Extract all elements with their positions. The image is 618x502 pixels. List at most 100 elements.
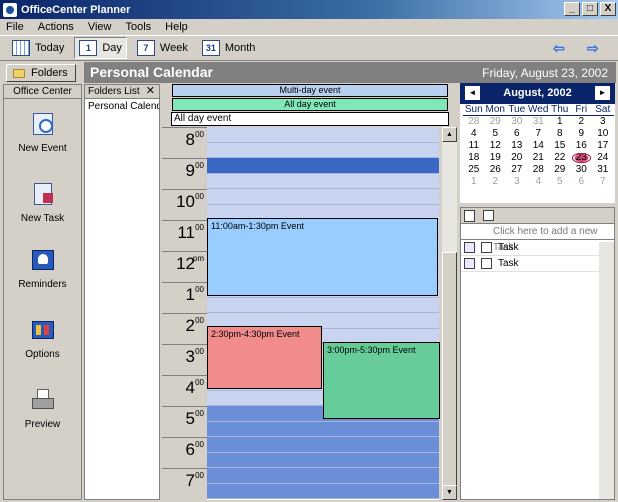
calendar-day[interactable]: 27 — [506, 164, 528, 176]
task-row[interactable]: Task — [461, 256, 614, 272]
tasks-scrollbar[interactable] — [599, 242, 614, 499]
calendar-day[interactable]: 28 — [528, 164, 550, 176]
options-button[interactable]: Options — [4, 317, 81, 360]
calendar-day[interactable]: 9 — [571, 128, 593, 140]
new-event-button[interactable]: New Event — [4, 111, 81, 154]
calendar-day[interactable]: 15 — [549, 140, 571, 152]
calendar-day[interactable]: 22 — [549, 152, 571, 164]
calendar-day[interactable]: 4 — [463, 128, 485, 140]
add-task-input[interactable]: Click here to add a new Task — [461, 224, 614, 253]
task-row[interactable]: Task — [461, 240, 614, 256]
scroll-down-arrow[interactable]: ▼ — [442, 485, 457, 500]
calendar-day[interactable]: 5 — [485, 128, 507, 140]
scroll-thumb[interactable] — [442, 252, 457, 492]
close-button[interactable]: X — [600, 2, 616, 16]
event-3pm[interactable]: 3:00pm-5:30pm Event — [323, 342, 440, 419]
calendar-day[interactable]: 31 — [528, 116, 550, 128]
task-checkbox[interactable] — [481, 258, 492, 269]
calendar-day[interactable]: 26 — [485, 164, 507, 176]
calendar-day[interactable]: 17 — [592, 140, 614, 152]
reminders-label: Reminders — [18, 279, 67, 290]
time-slot[interactable] — [207, 468, 439, 484]
calendar-day[interactable]: 6 — [571, 176, 593, 188]
maximize-button[interactable]: □ — [582, 2, 598, 16]
calendar-day[interactable]: 6 — [506, 128, 528, 140]
time-slots[interactable]: 11:00am-1:30pm Event 2:30pm-4:30pm Event… — [207, 127, 440, 500]
event-230pm[interactable]: 2:30pm-4:30pm Event — [207, 326, 322, 389]
calendar-day[interactable]: 1 — [549, 116, 571, 128]
calendar-day[interactable]: 18 — [463, 152, 485, 164]
preview-button[interactable]: Preview — [4, 387, 81, 430]
calendar-day[interactable]: 14 — [528, 140, 550, 152]
time-slot[interactable] — [207, 173, 439, 189]
menu-view[interactable]: View — [88, 21, 112, 33]
prev-month-button[interactable]: ◄ — [465, 86, 480, 100]
calendar-day[interactable]: 19 — [485, 152, 507, 164]
calendar-day[interactable]: 30 — [571, 164, 593, 176]
calendar-day[interactable]: 3 — [592, 116, 614, 128]
calendar-day[interactable]: 24 — [592, 152, 614, 164]
calendar-day[interactable]: 2 — [571, 116, 593, 128]
time-slot[interactable] — [207, 421, 439, 437]
menu-actions[interactable]: Actions — [38, 21, 74, 33]
calendar-day[interactable]: 11 — [463, 140, 485, 152]
calendar-day[interactable]: 29 — [485, 116, 507, 128]
calendar-day[interactable]: 31 — [592, 164, 614, 176]
calendar-day[interactable]: 5 — [549, 176, 571, 188]
hour-label: 9 00 — [162, 158, 207, 189]
forward-arrow-icon[interactable]: ⇨ — [587, 40, 599, 57]
hour-minutes: 00 — [195, 130, 204, 139]
calendar-day[interactable]: 7 — [528, 128, 550, 140]
multi-day-event[interactable]: Multi-day event — [172, 84, 448, 97]
time-slot[interactable] — [207, 297, 439, 313]
all-day-event-bar[interactable]: All day event — [172, 98, 448, 111]
minimize-button[interactable]: _ — [564, 2, 580, 16]
calendar-day[interactable]: 7 — [592, 176, 614, 188]
folder-item-personal-calendar[interactable]: Personal Calendar — [85, 101, 159, 112]
calendar-day[interactable]: 8 — [549, 128, 571, 140]
day-view: Multi-day event All day event All day ev… — [162, 83, 458, 500]
calendar-day[interactable]: 1 — [463, 176, 485, 188]
calendar-day[interactable]: 2 — [485, 176, 507, 188]
new-task-button[interactable]: New Task — [4, 181, 81, 224]
new-event-label: New Event — [18, 143, 67, 154]
day-view-scrollbar[interactable]: ▲ ▼ — [442, 127, 457, 500]
next-month-button[interactable]: ► — [595, 86, 610, 100]
back-arrow-icon[interactable]: ⇦ — [553, 40, 565, 57]
menu-tools[interactable]: Tools — [125, 21, 151, 33]
hour-number: 6 — [185, 440, 195, 459]
calendar-day[interactable]: 30 — [506, 116, 528, 128]
calendar-day[interactable]: 3 — [506, 176, 528, 188]
calendar-day[interactable]: 29 — [549, 164, 571, 176]
calendar-day[interactable]: 16 — [571, 140, 593, 152]
calendar-day[interactable]: 4 — [528, 176, 550, 188]
month-view-button[interactable]: 31 Month — [198, 37, 260, 59]
time-slot[interactable] — [207, 452, 439, 468]
calendar-day[interactable]: 25 — [463, 164, 485, 176]
day-view-button[interactable]: 1 Day — [74, 37, 127, 59]
calendar-day[interactable]: 20 — [506, 152, 528, 164]
reminders-button[interactable]: Reminders — [4, 247, 81, 290]
today-button[interactable]: Today — [8, 37, 68, 59]
week-view-button[interactable]: 7 Week — [133, 37, 192, 59]
close-icon[interactable]: ✕ — [146, 85, 155, 98]
menu-help[interactable]: Help — [165, 21, 188, 33]
task-checkbox[interactable] — [481, 242, 492, 253]
time-slot[interactable] — [207, 483, 439, 499]
calendar-day[interactable]: 23 — [570, 152, 592, 164]
calendar-day[interactable]: 21 — [528, 152, 550, 164]
time-slot[interactable] — [207, 127, 439, 143]
calendar-day[interactable]: 12 — [485, 140, 507, 152]
time-slot[interactable] — [207, 189, 439, 205]
time-slot[interactable] — [207, 437, 439, 453]
all-day-event-row[interactable]: All day event — [171, 112, 449, 126]
menu-file[interactable]: File — [6, 21, 24, 33]
calendar-day[interactable]: 10 — [592, 128, 614, 140]
event-11am[interactable]: 11:00am-1:30pm Event — [207, 218, 438, 296]
folders-button[interactable]: Folders — [6, 64, 76, 82]
calendar-day[interactable]: 28 — [463, 116, 485, 128]
time-slot[interactable] — [207, 158, 439, 174]
scroll-up-arrow[interactable]: ▲ — [442, 127, 457, 142]
time-slot[interactable] — [207, 142, 439, 158]
calendar-day[interactable]: 13 — [506, 140, 528, 152]
